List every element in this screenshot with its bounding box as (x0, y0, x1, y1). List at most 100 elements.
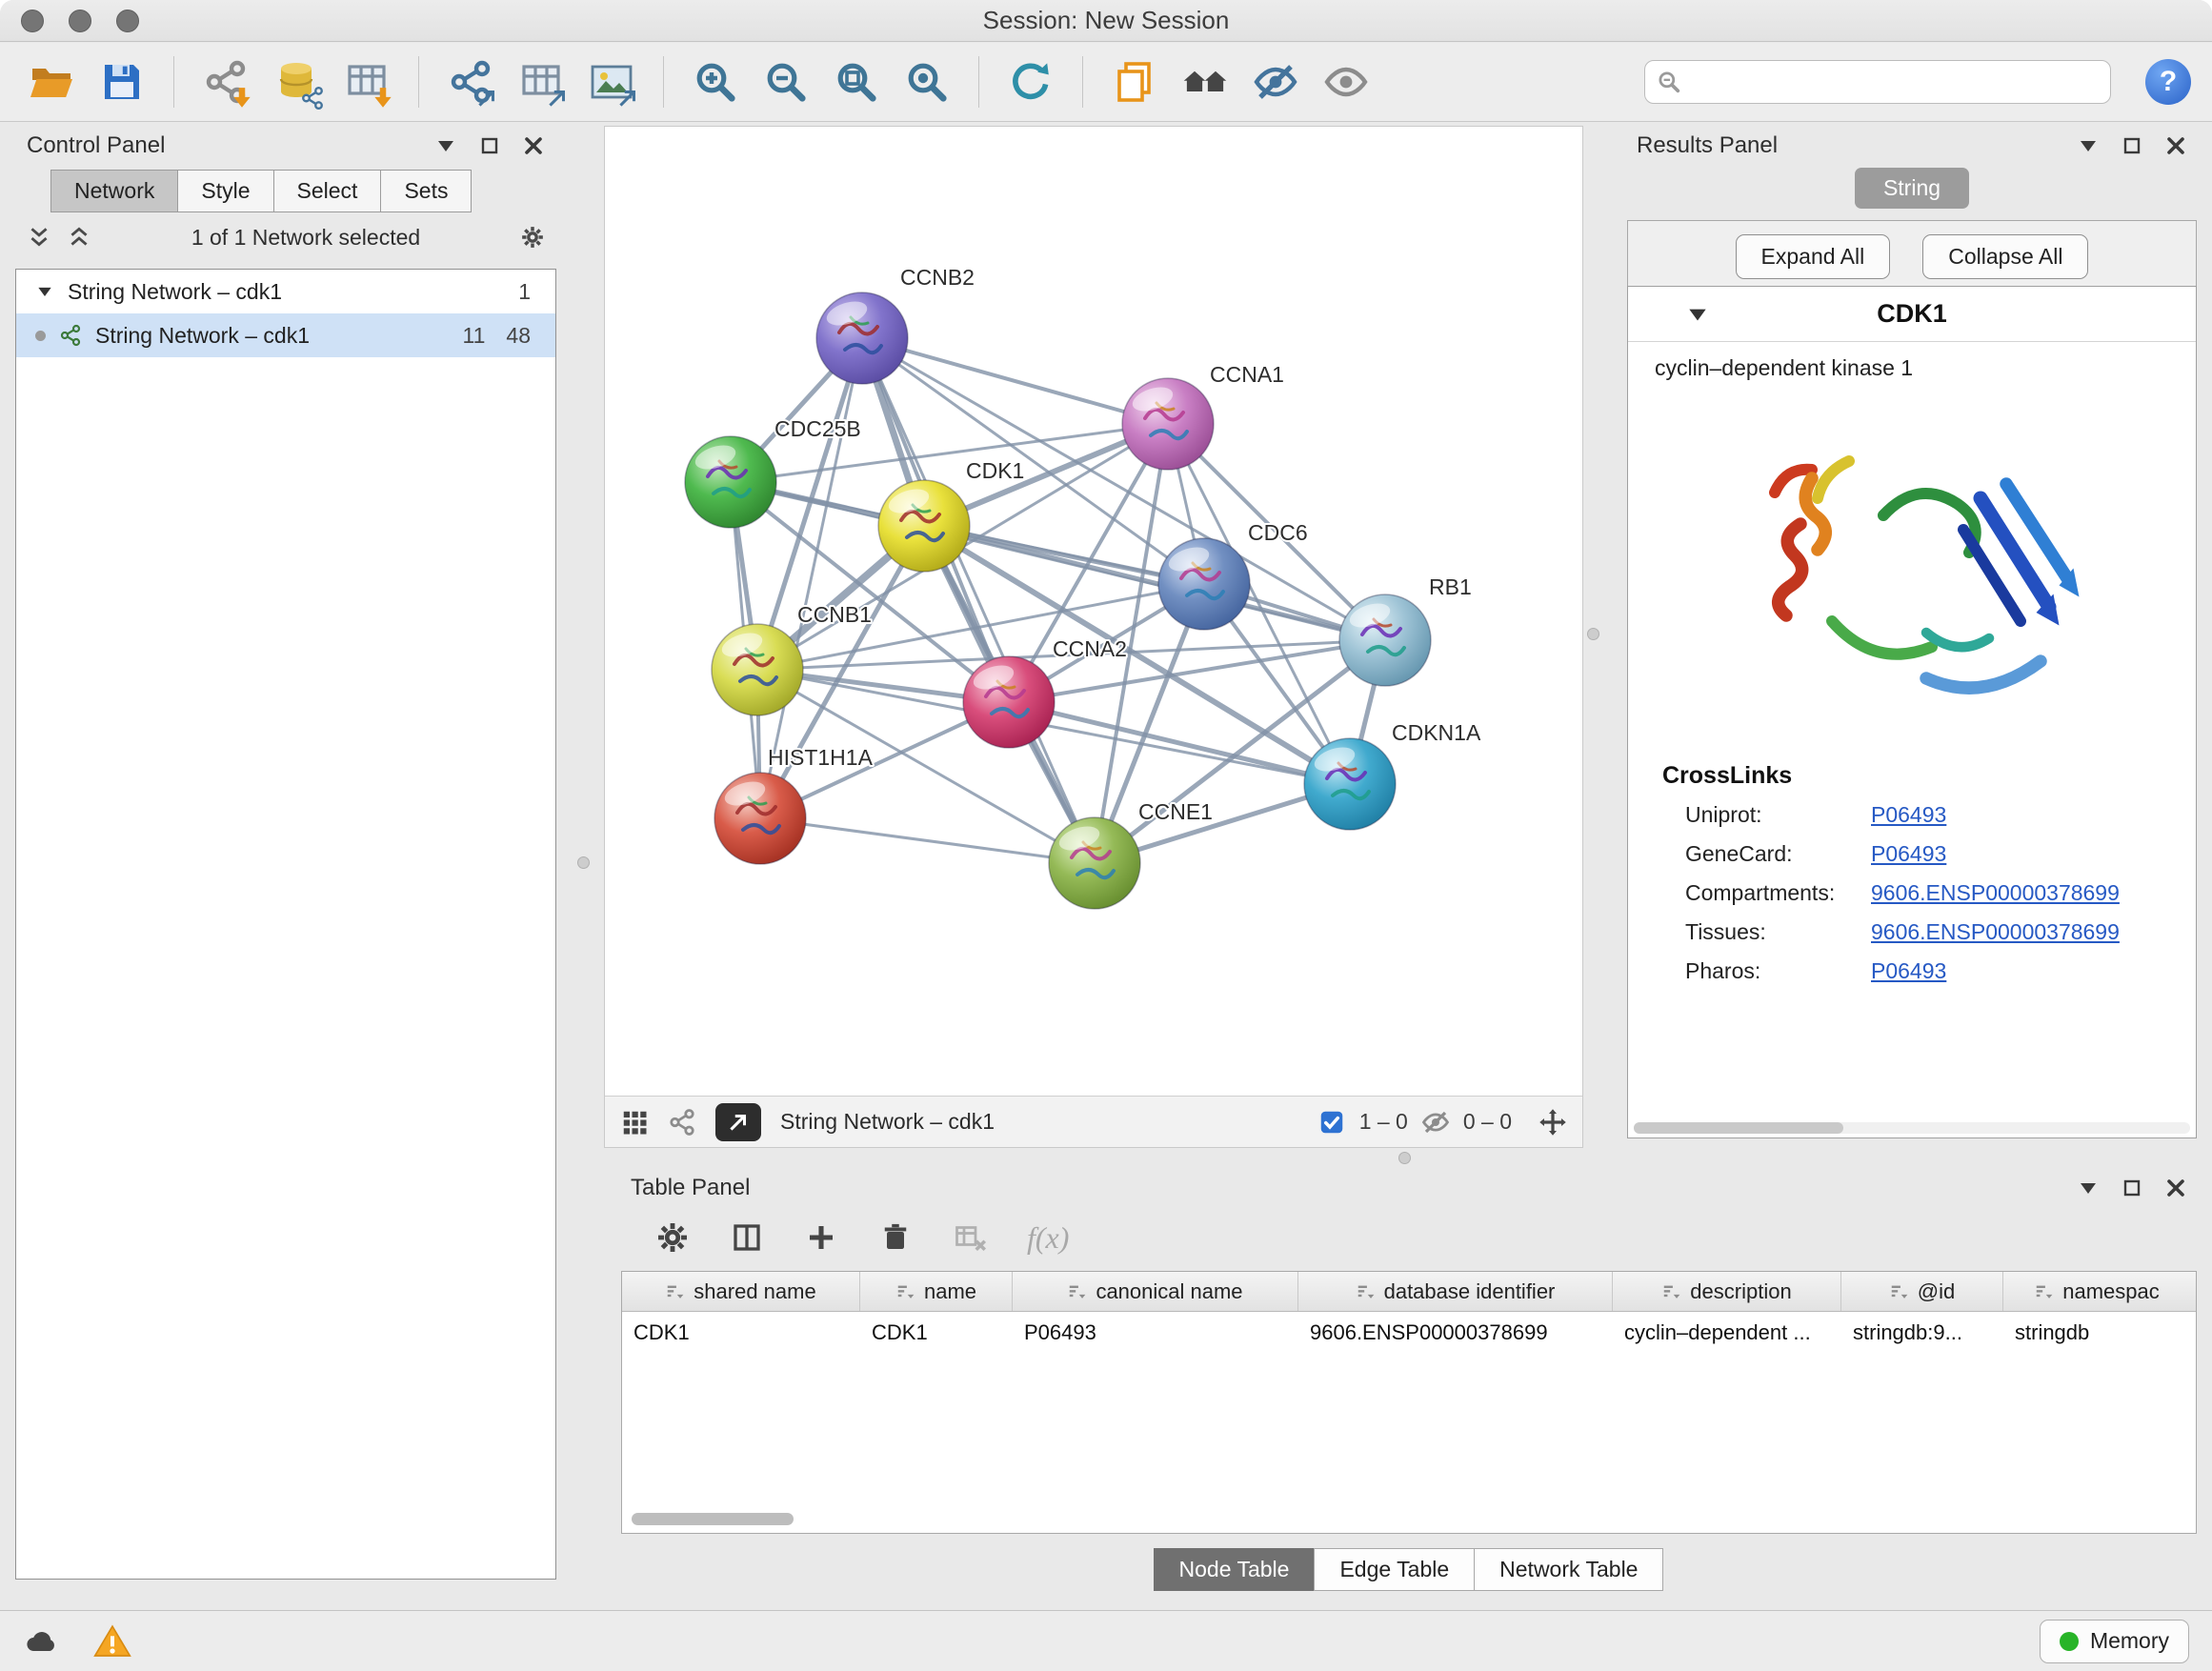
left-splitter-handle[interactable] (577, 856, 590, 869)
collapse-all-tree-icon[interactable] (27, 225, 51, 250)
tree-expander-icon[interactable] (35, 282, 54, 301)
table-horizontal-scrollbar[interactable] (632, 1513, 794, 1525)
crosslink-link[interactable]: 9606.ENSP00000378699 (1871, 919, 2120, 945)
show-columns-icon[interactable] (730, 1220, 764, 1255)
crosslink-label: Uniprot: (1685, 802, 1871, 828)
tab-select[interactable]: Select (273, 170, 382, 212)
crosslink-link[interactable]: P06493 (1871, 841, 1946, 867)
close-panel-icon[interactable] (2164, 134, 2187, 157)
gene-header-row[interactable]: CDK1 (1628, 287, 2196, 342)
float-panel-icon[interactable] (478, 134, 501, 157)
cell-id: stringdb:9... (1841, 1312, 2003, 1354)
tab-node-table[interactable]: Node Table (1154, 1548, 1316, 1591)
import-network-from-file-button[interactable] (195, 51, 256, 112)
column-header[interactable]: canonical name (1013, 1272, 1298, 1311)
node-RB1[interactable]: RB1 (1339, 574, 1472, 686)
crosslink-link[interactable]: P06493 (1871, 802, 1946, 828)
network-collection-row[interactable]: String Network – cdk1 1 (16, 270, 555, 313)
column-header[interactable]: name (860, 1272, 1013, 1311)
expand-all-tree-icon[interactable] (67, 225, 91, 250)
collapse-panel-icon[interactable] (434, 134, 457, 157)
import-arrow-icon (230, 86, 254, 111)
close-panel-icon[interactable] (2164, 1177, 2187, 1199)
close-window-button[interactable] (21, 10, 44, 32)
tab-sets[interactable]: Sets (380, 170, 472, 212)
column-header[interactable]: shared name (622, 1272, 860, 1311)
memory-button[interactable]: Memory (2040, 1620, 2189, 1663)
node-CDKN1A[interactable]: CDKN1A (1304, 720, 1481, 830)
edge-CCNB2-CCNE1[interactable] (862, 338, 1095, 863)
node-CDK1[interactable]: CDK1 (878, 458, 1024, 572)
zoom-fit-button[interactable] (826, 51, 887, 112)
copy-document-button[interactable] (1104, 51, 1165, 112)
collapse-panel-icon[interactable] (2077, 1177, 2100, 1199)
results-horizontal-scrollbar[interactable] (1634, 1122, 2190, 1134)
warnings-button[interactable] (93, 1622, 131, 1661)
network-edge-count: 48 (506, 323, 531, 349)
first-neighbors-button[interactable] (1175, 51, 1236, 112)
title-bar: Session: New Session (0, 0, 2212, 42)
crosslink-link[interactable]: P06493 (1871, 958, 1946, 984)
import-network-from-database-button[interactable] (266, 51, 327, 112)
edge-CCNB2-CCNA1[interactable] (862, 338, 1168, 424)
bottom-splitter-handle[interactable] (1398, 1152, 1411, 1164)
crosslink-link[interactable]: 9606.ENSP00000378699 (1871, 880, 2120, 906)
share-network-icon[interactable] (668, 1108, 696, 1137)
string-results-tab[interactable]: String (1855, 168, 1969, 209)
column-header[interactable]: @id (1841, 1272, 2003, 1311)
expand-all-button[interactable]: Expand All (1736, 234, 1891, 279)
right-splitter-handle[interactable] (1587, 628, 1599, 640)
cloud-status-button[interactable] (23, 1622, 61, 1661)
zoom-selected-button[interactable] (896, 51, 957, 112)
tab-network[interactable]: Network (50, 170, 178, 212)
selected-checkbox-icon[interactable] (1317, 1108, 1346, 1137)
grid-view-icon[interactable] (620, 1108, 649, 1137)
sort-icon (1889, 1281, 1910, 1302)
cell-database-identifier: 9606.ENSP00000378699 (1298, 1312, 1613, 1354)
node-CCNB2[interactable]: CCNB2 (816, 265, 975, 384)
save-session-button[interactable] (91, 51, 152, 112)
add-column-icon[interactable] (804, 1220, 838, 1255)
float-panel-icon[interactable] (2121, 1177, 2143, 1199)
minimize-window-button[interactable] (69, 10, 91, 32)
zoom-in-button[interactable] (685, 51, 746, 112)
crosslink-label: Compartments: (1685, 880, 1871, 906)
import-table-from-file-button[interactable] (336, 51, 397, 112)
cell-namespace: stringdb (2003, 1312, 2190, 1354)
help-button[interactable]: ? (2145, 59, 2191, 105)
tab-network-table[interactable]: Network Table (1474, 1548, 1663, 1591)
network-options-gear-icon[interactable] (520, 225, 545, 250)
export-image-button[interactable] (581, 51, 642, 112)
tab-style[interactable]: Style (177, 170, 273, 212)
column-header[interactable]: description (1613, 1272, 1841, 1311)
table-row[interactable]: CDK1 CDK1 P06493 9606.ENSP00000378699 cy… (622, 1312, 2196, 1354)
birdseye-toggle-icon[interactable] (1538, 1108, 1567, 1137)
network-row-selected[interactable]: String Network – cdk1 11 48 (16, 313, 555, 357)
hide-selected-button[interactable] (1245, 51, 1306, 112)
collapse-panel-icon[interactable] (2077, 134, 2100, 157)
show-all-button[interactable] (1316, 51, 1377, 112)
edge-HIST1H1A-CCNE1[interactable] (760, 818, 1095, 863)
open-session-button[interactable] (21, 51, 82, 112)
search-input[interactable] (1691, 69, 2099, 95)
float-panel-icon[interactable] (2121, 134, 2143, 157)
node-CCNA1[interactable]: CCNA1 (1122, 362, 1284, 470)
zoom-out-button[interactable] (755, 51, 816, 112)
column-header[interactable]: database identifier (1298, 1272, 1613, 1311)
export-network-button[interactable] (440, 51, 501, 112)
hidden-eye-slash-icon[interactable] (1421, 1108, 1450, 1137)
current-network-name: String Network – cdk1 (780, 1109, 995, 1135)
node-HIST1H1A[interactable]: HIST1H1A (714, 745, 874, 864)
open-external-button[interactable] (715, 1103, 761, 1141)
apply-layout-button[interactable] (1000, 51, 1061, 112)
delete-column-icon[interactable] (878, 1220, 913, 1255)
network-view-panel: CCNB2CCNA1CDC25BCDK1CDC6RB1CCNB1CCNA2CDK… (604, 126, 1583, 1148)
table-options-gear-icon[interactable] (655, 1220, 690, 1255)
column-header[interactable]: namespac (2003, 1272, 2190, 1311)
zoom-window-button[interactable] (116, 10, 139, 32)
close-panel-icon[interactable] (522, 134, 545, 157)
collapse-all-button[interactable]: Collapse All (1922, 234, 2088, 279)
export-table-button[interactable] (511, 51, 572, 112)
network-canvas[interactable]: CCNB2CCNA1CDC25BCDK1CDC6RB1CCNB1CCNA2CDK… (605, 127, 1582, 1096)
tab-edge-table[interactable]: Edge Table (1314, 1548, 1475, 1591)
